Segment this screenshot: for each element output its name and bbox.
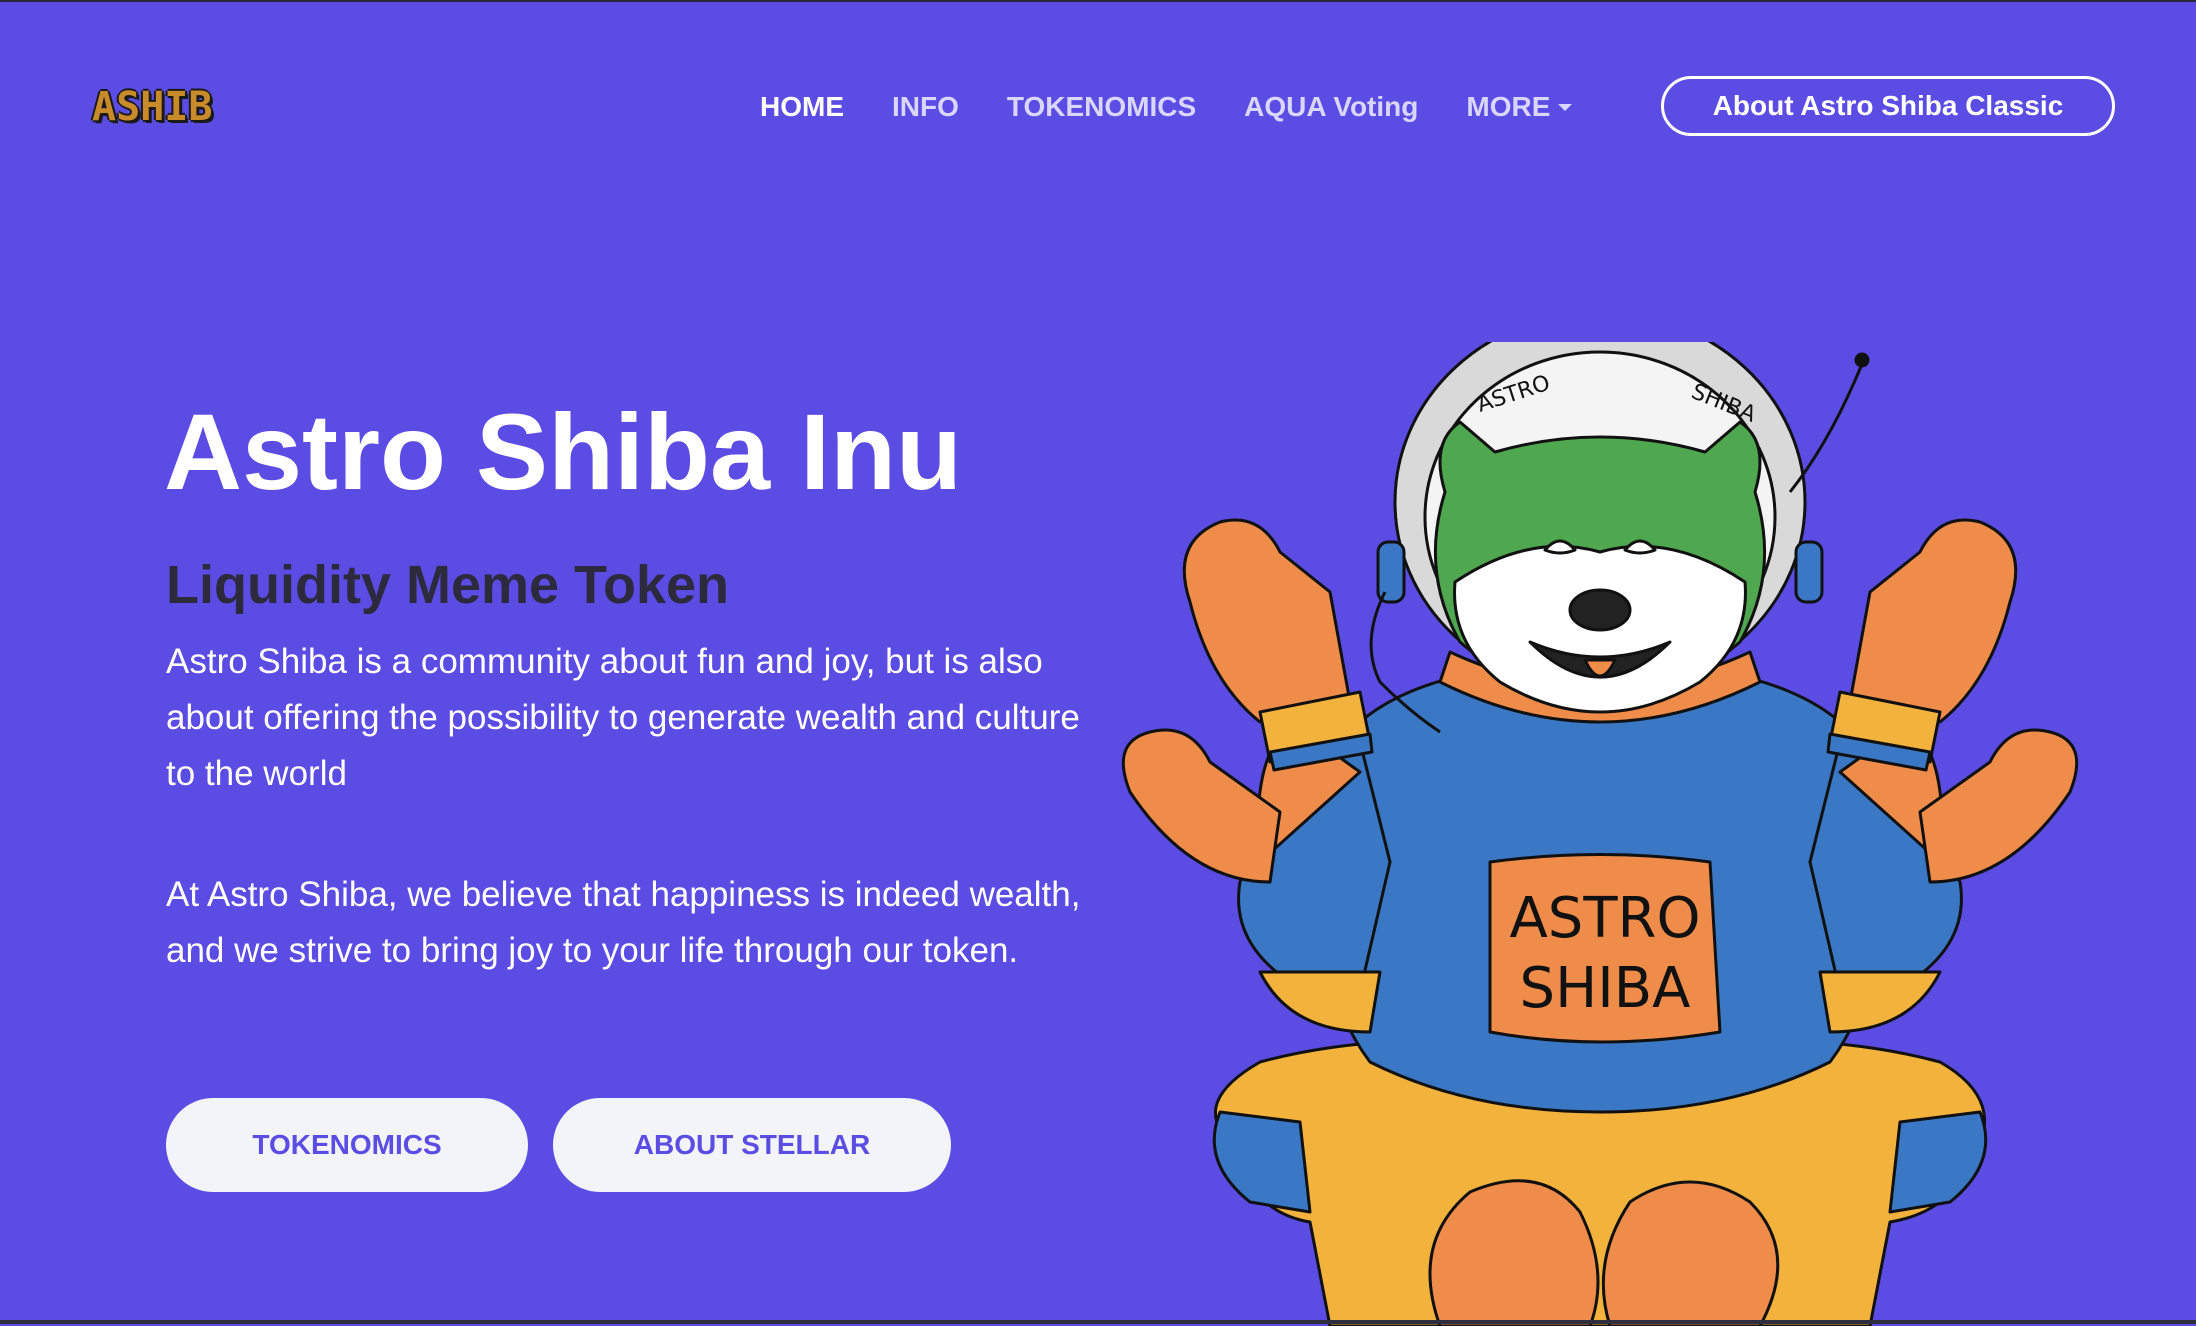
about-stellar-button[interactable]: ABOUT STELLAR: [553, 1098, 951, 1192]
logo-letter: S: [116, 84, 140, 130]
hero-subtitle: Liquidity Meme Token: [166, 555, 730, 615]
shirt-text-line-2: SHIBA: [1520, 956, 1691, 1021]
logo-letter: A: [92, 84, 116, 130]
bottom-divider: [0, 1320, 2196, 1324]
logo-letter: B: [188, 84, 212, 130]
nav-tokenomics[interactable]: TOKENOMICS: [1007, 91, 1196, 123]
logo-letter: H: [140, 84, 164, 130]
hero-title: Astro Shiba Inu: [164, 391, 963, 512]
nav-info[interactable]: INFO: [892, 91, 959, 123]
hero-paragraph-2: At Astro Shiba, we believe that happines…: [166, 875, 1081, 970]
logo-letter: I: [164, 84, 188, 130]
nav-aqua-voting[interactable]: AQUA Voting: [1244, 91, 1418, 123]
about-classic-button[interactable]: About Astro Shiba Classic: [1661, 76, 2115, 136]
shirt-text-line-1: ASTRO: [1509, 886, 1700, 951]
hero-paragraph-1: Astro Shiba is a community about fun and…: [166, 642, 1080, 793]
tokenomics-button[interactable]: TOKENOMICS: [166, 1098, 528, 1192]
nav-more-label: MORE: [1466, 91, 1551, 122]
nav-more-dropdown[interactable]: MORE: [1466, 91, 1573, 123]
nav-home[interactable]: HOME: [760, 91, 844, 123]
main-nav: HOME INFO TOKENOMICS AQUA Voting MORE: [760, 78, 1573, 136]
astro-shiba-illustration: ASTRO SHIBA ASTRO SHIBA: [1110, 342, 2090, 1326]
caret-down-icon: [1558, 103, 1573, 111]
ashib-logo[interactable]: A S H I B: [92, 84, 232, 130]
